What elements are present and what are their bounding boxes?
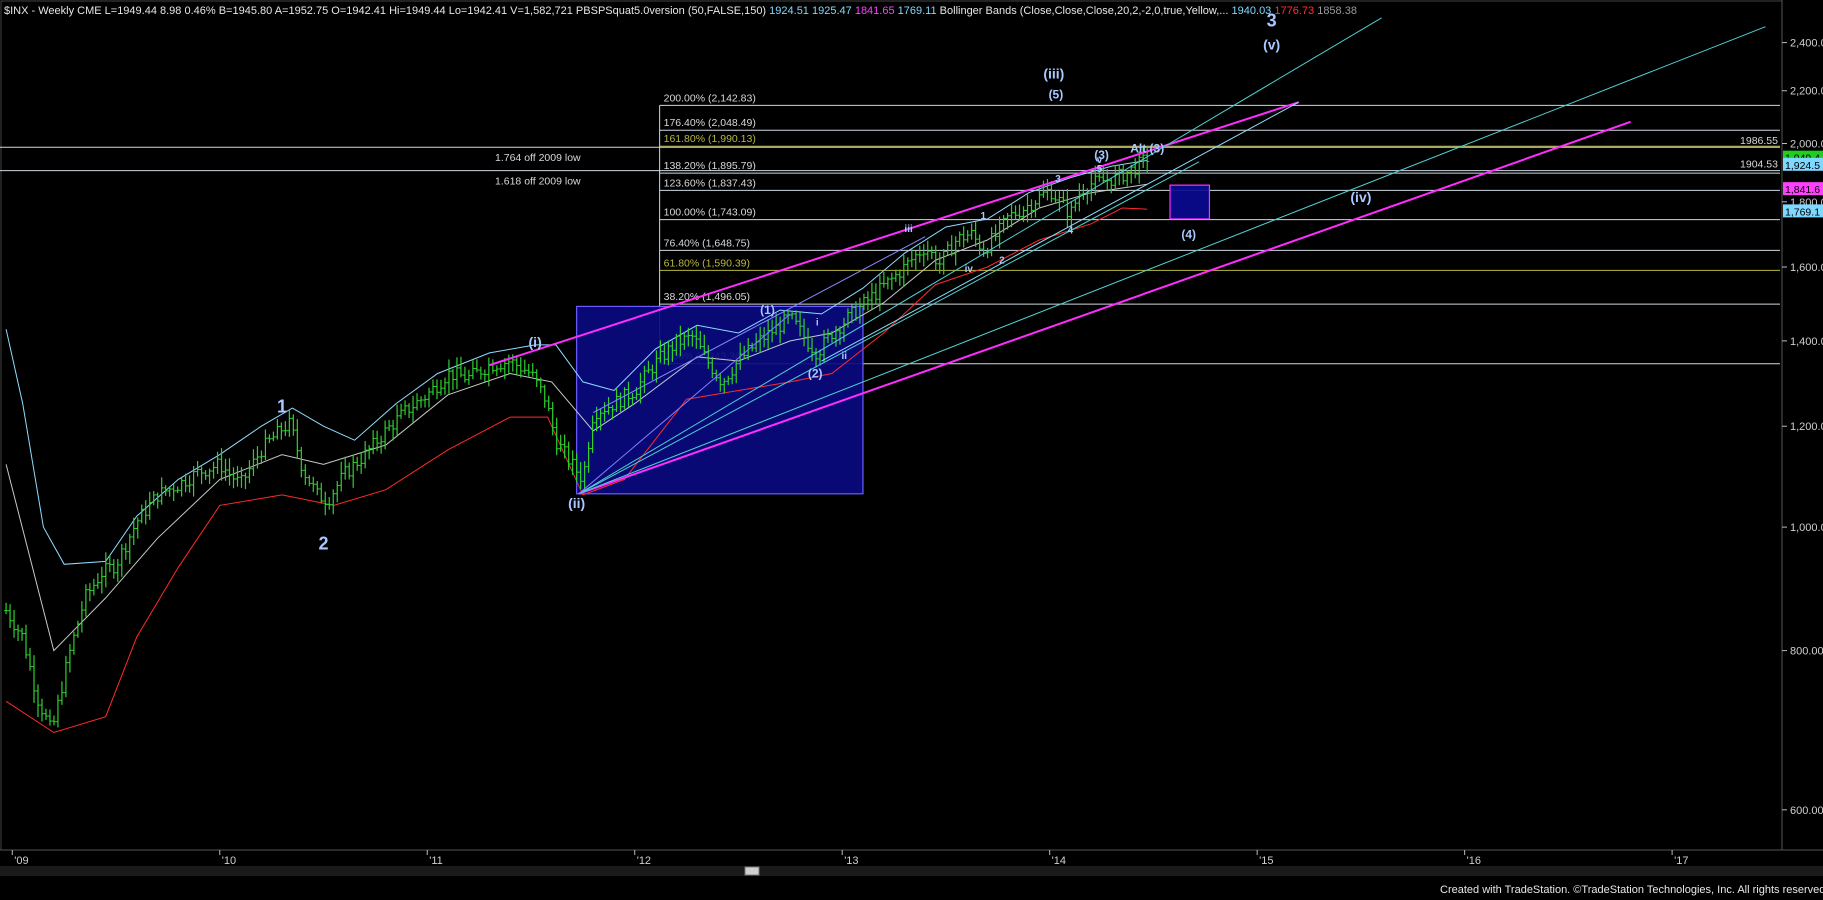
- y-tick-label: 2,400.00: [1790, 38, 1823, 50]
- wave-label: (5): [1049, 87, 1064, 101]
- wave-label: 2: [319, 534, 329, 554]
- y-tick-label: 1,400.00: [1790, 336, 1823, 348]
- wave-label: Alt (3): [1130, 141, 1164, 155]
- header-segment: 1940.03: [1228, 5, 1271, 17]
- header-segment: Bollinger Bands (Close,Close,Close,20,2,…: [937, 5, 1229, 17]
- wave-label: 3: [1055, 174, 1061, 185]
- x-tick-label: '11: [429, 855, 443, 867]
- target-box: [576, 305, 864, 495]
- price-chart[interactable]: $INX - Weekly CME L=1949.44 8.98 0.46% B…: [0, 0, 1823, 900]
- header-segment: 1769.11: [895, 5, 937, 17]
- fib-level-label: 176.40% (2,048.49): [664, 117, 756, 129]
- ref-line-value: 1986.55: [1740, 135, 1778, 147]
- footer-credit: Created with TradeStation. ©TradeStation…: [1440, 884, 1823, 896]
- x-tick-label: '12: [637, 855, 651, 867]
- wave-label: iv: [965, 264, 974, 275]
- ref-line-label: 1.764 off 2009 low: [495, 152, 581, 164]
- chart-background: [0, 0, 1823, 900]
- fib-level-label: 161.80% (1,990.13): [664, 133, 756, 145]
- last-price-tag-label: 1,841.6: [1785, 184, 1820, 196]
- wave-label: (ii): [568, 495, 585, 511]
- wave-label: (1): [760, 303, 775, 317]
- scrollbar-thumb[interactable]: [744, 866, 760, 876]
- header-segment: $INX - Weekly CME L=1949.44 8.98 0.46% B…: [4, 5, 573, 17]
- y-tick-label: 1,200.00: [1790, 421, 1823, 433]
- wave-label: ii: [841, 351, 847, 362]
- wave-label: 1: [981, 211, 987, 222]
- wave-label: 2: [999, 256, 1005, 267]
- wave-label: 1: [277, 397, 287, 417]
- fib-level-label: 76.40% (1,648.75): [664, 237, 750, 249]
- fib-level-label: 123.60% (1,837.43): [664, 177, 756, 189]
- wave-label: 4: [1068, 225, 1074, 236]
- y-tick-label: 800.00: [1790, 646, 1823, 658]
- fib-level-label: 61.80% (1,590.39): [664, 257, 750, 269]
- wave-label: v: [1097, 155, 1103, 166]
- header-segment: 1925.47: [809, 5, 852, 17]
- chart-header: $INX - Weekly CME L=1949.44 8.98 0.46% B…: [4, 5, 1357, 17]
- x-tick-label: '13: [844, 855, 858, 867]
- wave-label: (2): [808, 367, 823, 381]
- wave-label: 3: [1267, 11, 1277, 31]
- price-tags-layer: 1,949.41,924.51,841.61,769.1: [1783, 150, 1823, 218]
- last-price-tag-label: 1,924.5: [1785, 160, 1820, 172]
- header-segment: 1924.51: [766, 5, 809, 17]
- header-segment: 1841.65: [852, 5, 895, 17]
- x-tick-label: '10: [222, 855, 236, 867]
- scrollbar-track[interactable]: [0, 866, 1823, 876]
- wave-label: (4): [1181, 227, 1196, 241]
- fib-level-label: 100.00% (1,743.09): [664, 207, 756, 219]
- ref-line-label: 1.618 off 2009 low: [495, 176, 581, 188]
- wave-label: (i): [529, 334, 542, 350]
- last-price-tag-label: 1,769.1: [1785, 206, 1820, 218]
- y-tick-label: 1,000.00: [1790, 522, 1823, 534]
- y-tick-label: 2,000.00: [1790, 138, 1823, 150]
- target-box: [1169, 184, 1211, 220]
- fib-level-label: 38.20% (1,496.05): [664, 291, 750, 303]
- x-tick-label: '15: [1259, 855, 1273, 867]
- wave-label: (iv): [1350, 189, 1371, 205]
- header-segment: PBSPSquat5.0version (50,FALSE,150): [573, 5, 766, 17]
- x-tick-label: '16: [1467, 855, 1481, 867]
- x-tick-label: '17: [1674, 855, 1688, 867]
- x-tick-label: '09: [14, 855, 28, 867]
- header-segment: 1776.73: [1271, 5, 1314, 17]
- y-tick-label: 600.00: [1790, 805, 1823, 817]
- x-tick-label: '14: [1052, 855, 1066, 867]
- fib-level-label: 200.00% (2,142.83): [664, 92, 756, 104]
- wave-label: iii: [904, 224, 913, 235]
- ref-line-value: 1904.53: [1740, 159, 1778, 171]
- y-tick-label: 2,200.00: [1790, 86, 1823, 98]
- horizontal-scrollbar[interactable]: [0, 866, 1823, 876]
- header-segment: 1858.38: [1314, 5, 1357, 17]
- wave-label: (v): [1263, 37, 1280, 53]
- wave-label: (iii): [1043, 65, 1064, 81]
- wave-label: i: [816, 317, 819, 328]
- y-tick-label: 1,600.00: [1790, 262, 1823, 274]
